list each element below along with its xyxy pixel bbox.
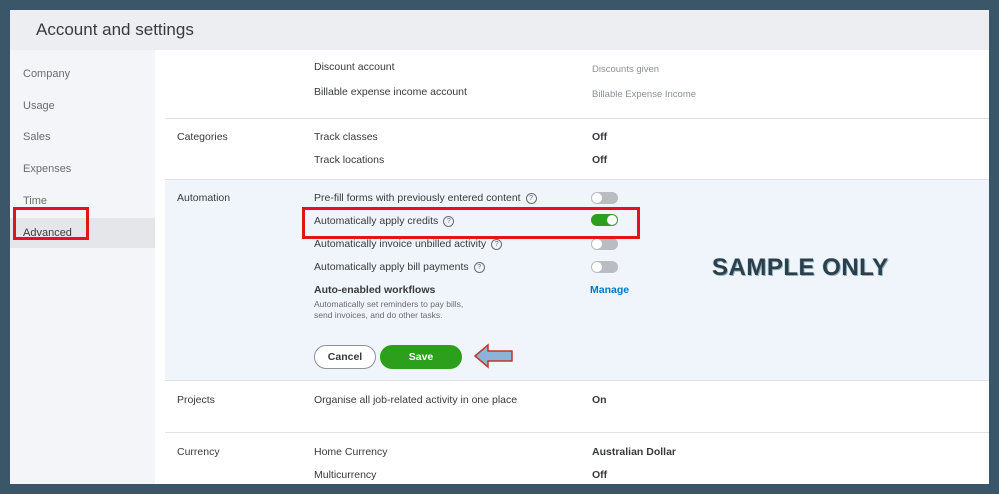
toggle-knob [592, 239, 602, 249]
multicurrency-label: Multicurrency [314, 469, 377, 481]
sidebar-item-time[interactable]: Time [10, 186, 155, 216]
sidebar-item-label: Company [23, 68, 71, 80]
billable-expense-value[interactable]: Billable Expense Income [592, 89, 696, 100]
help-icon[interactable]: ? [443, 216, 455, 227]
settings-sidebar: Company Usage Sales Expenses Time Advanc… [10, 50, 155, 484]
sidebar-item-label: Advanced [23, 227, 72, 239]
invoice-unbilled-toggle[interactable] [591, 238, 618, 250]
help-icon[interactable]: ? [473, 262, 485, 273]
discount-account-value[interactable]: Discounts given [592, 64, 659, 75]
prefill-forms-toggle[interactable] [591, 192, 618, 204]
home-currency-label: Home Currency [314, 446, 388, 458]
section-divider [165, 380, 989, 381]
pointer-arrow-icon [473, 343, 513, 369]
sidebar-item-label: Sales [23, 131, 51, 143]
automation-section-title: Automation [177, 192, 231, 204]
categories-section-title: Categories [177, 131, 228, 143]
home-currency-value: Australian Dollar [592, 446, 677, 458]
sidebar-item-sales[interactable]: Sales [10, 122, 155, 152]
track-locations-label: Track locations [314, 154, 385, 166]
workflows-label: Auto-enabled workflows [314, 284, 436, 296]
sidebar-item-advanced[interactable]: Advanced [10, 218, 155, 248]
apply-credits-toggle[interactable] [591, 214, 618, 226]
help-icon[interactable]: ? [525, 193, 537, 204]
save-button[interactable]: Save [380, 345, 462, 369]
workflows-description: Automatically set reminders to pay bills… [314, 299, 464, 320]
help-icon[interactable]: ? [491, 239, 503, 250]
prefill-forms-label: Pre-fill forms with previously entered c… [314, 192, 537, 204]
projects-section-title: Projects [177, 394, 215, 406]
settings-window: Account and settings Company Usage Sales… [10, 10, 989, 484]
section-divider [165, 179, 989, 180]
section-divider [165, 118, 989, 119]
sidebar-item-company[interactable]: Company [10, 59, 155, 89]
toggle-knob [592, 262, 602, 272]
apply-credits-label: Automatically apply credits? [314, 215, 455, 227]
apply-bill-payments-label: Automatically apply bill payments? [314, 261, 485, 273]
currency-section-title: Currency [177, 446, 220, 458]
apply-bill-payments-toggle[interactable] [591, 261, 618, 273]
page-header: Account and settings [10, 10, 989, 50]
section-divider [165, 432, 989, 433]
toggle-knob [592, 193, 602, 203]
sidebar-item-usage[interactable]: Usage [10, 91, 155, 121]
billable-expense-label: Billable expense income account [314, 86, 467, 98]
toggle-knob [607, 215, 617, 225]
projects-label: Organise all job-related activity in one… [314, 394, 518, 406]
sidebar-item-label: Expenses [23, 163, 72, 175]
sidebar-item-label: Usage [23, 100, 55, 112]
page-title: Account and settings [36, 20, 194, 39]
discount-account-label: Discount account [314, 61, 395, 73]
sidebar-item-expenses[interactable]: Expenses [10, 154, 155, 184]
sample-watermark: SAMPLE ONLY [712, 254, 889, 281]
sidebar-item-label: Time [23, 195, 48, 207]
track-classes-value: Off [592, 131, 608, 143]
projects-value: On [592, 394, 607, 406]
invoice-unbilled-label: Automatically invoice unbilled activity? [314, 238, 503, 250]
cancel-button[interactable]: Cancel [314, 345, 376, 369]
track-classes-label: Track classes [314, 131, 378, 143]
track-locations-value: Off [592, 154, 608, 166]
manage-workflows-link[interactable]: Manage [590, 284, 629, 296]
multicurrency-value: Off [592, 469, 608, 481]
